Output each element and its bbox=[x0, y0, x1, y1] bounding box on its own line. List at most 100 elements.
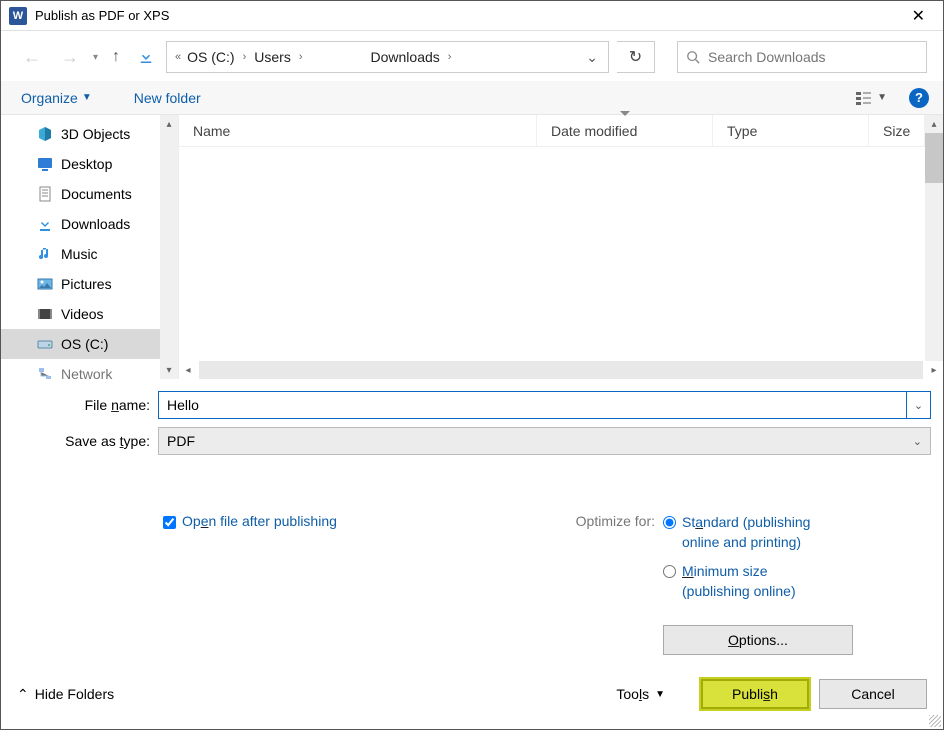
open-after-checkbox[interactable]: Open file after publishing bbox=[163, 513, 337, 655]
organize-button[interactable]: Organize▼ bbox=[15, 86, 98, 110]
scrollbar-thumb[interactable] bbox=[925, 133, 943, 183]
drive-icon bbox=[37, 336, 53, 352]
search-icon bbox=[686, 50, 700, 64]
path-overflow-icon[interactable]: « bbox=[171, 51, 181, 63]
optimize-standard-radio[interactable]: Standard (publishingonline and printing) bbox=[663, 513, 853, 552]
options-button[interactable]: Options... bbox=[663, 625, 853, 655]
column-date[interactable]: Date modified bbox=[537, 115, 713, 146]
optimize-minimum-radio[interactable]: Minimum size(publishing online) bbox=[663, 562, 853, 601]
chevron-right-icon: › bbox=[241, 51, 249, 63]
view-options-icon[interactable]: ▼ bbox=[851, 90, 891, 106]
word-icon: W bbox=[9, 7, 27, 25]
path-seg-downloads[interactable]: Downloads bbox=[365, 49, 446, 65]
resize-grip-icon[interactable] bbox=[929, 715, 941, 727]
options-area: Open file after publishing Optimize for:… bbox=[1, 463, 943, 665]
radio-standard-input[interactable] bbox=[663, 516, 676, 529]
saveas-label: Save as type: bbox=[13, 433, 158, 449]
filename-label: File name: bbox=[13, 397, 158, 413]
filepane-scrollbar-v[interactable]: ▴ bbox=[925, 115, 943, 361]
path-seg-users[interactable]: Users bbox=[248, 49, 297, 65]
sidebar-item-label: Desktop bbox=[61, 156, 112, 172]
help-icon[interactable]: ? bbox=[909, 88, 929, 108]
window-title: Publish as PDF or XPS bbox=[35, 8, 902, 23]
tools-dropdown[interactable]: Tools ▼ bbox=[616, 686, 665, 702]
sidebar-item-label: Downloads bbox=[61, 216, 130, 232]
sidebar-scrollbar[interactable]: ▴ ▾ bbox=[160, 115, 178, 379]
scrollbar-track[interactable] bbox=[199, 361, 923, 379]
sidebar-item-label: Videos bbox=[61, 306, 104, 322]
path-dropdown-icon[interactable]: ⌄ bbox=[580, 49, 604, 66]
scroll-down-icon[interactable]: ▾ bbox=[160, 361, 178, 379]
history-dropdown-icon[interactable]: ▾ bbox=[93, 52, 98, 63]
column-name[interactable]: Name bbox=[179, 115, 537, 146]
saveas-value: PDF bbox=[167, 433, 195, 449]
back-arrow-icon[interactable]: ← bbox=[17, 47, 47, 68]
pictures-icon bbox=[37, 276, 53, 292]
footer: ⌃ Hide Folders Tools ▼ Publish Cancel bbox=[1, 667, 943, 729]
search-input[interactable] bbox=[708, 49, 918, 65]
sidebar-item-label: Music bbox=[61, 246, 98, 262]
network-icon bbox=[37, 366, 53, 379]
nav-row: ← → ▾ ↑ « OS (C:) › Users › Downloads › … bbox=[1, 31, 943, 81]
form-area: File name: ⌄ Save as type: PDF ⌄ bbox=[1, 379, 943, 455]
saveas-select[interactable]: PDF ⌄ bbox=[158, 427, 931, 455]
downloads-icon bbox=[37, 216, 53, 232]
sidebar-item-music[interactable]: Music bbox=[1, 239, 178, 269]
sidebar-item-label: OS (C:) bbox=[61, 336, 108, 352]
column-size[interactable]: Size bbox=[869, 115, 925, 146]
file-browser: 3D Objects Desktop Documents Downloads M… bbox=[1, 115, 943, 379]
music-icon bbox=[37, 246, 53, 262]
sidebar-item-label: Network bbox=[61, 366, 112, 379]
scroll-right-icon[interactable]: ▸ bbox=[925, 361, 943, 379]
chevron-down-icon: ⌄ bbox=[913, 435, 922, 448]
forward-arrow-icon[interactable]: → bbox=[55, 47, 85, 68]
file-pane: Name Date modified Type Size ▴ ◂ ▸ bbox=[179, 115, 943, 379]
hide-folders-button[interactable]: ⌃ Hide Folders bbox=[17, 686, 114, 703]
cube-icon bbox=[37, 126, 53, 142]
downloads-path-icon bbox=[134, 45, 158, 69]
scroll-up-icon[interactable]: ▴ bbox=[925, 115, 943, 133]
sidebar-item-label: Pictures bbox=[61, 276, 112, 292]
path-seg-os[interactable]: OS (C:) bbox=[181, 49, 240, 65]
chevron-down-icon: ▼ bbox=[655, 689, 665, 700]
documents-icon bbox=[37, 186, 53, 202]
hide-folders-label: Hide Folders bbox=[35, 686, 114, 702]
column-type[interactable]: Type bbox=[713, 115, 869, 146]
toolbar: Organize▼ New folder ▼ ? bbox=[1, 81, 943, 115]
filename-input[interactable] bbox=[158, 391, 907, 419]
sidebar-item-desktop[interactable]: Desktop bbox=[1, 149, 178, 179]
sidebar-item-pictures[interactable]: Pictures bbox=[1, 269, 178, 299]
up-arrow-icon[interactable]: ↑ bbox=[106, 48, 126, 66]
sidebar-item-3d-objects[interactable]: 3D Objects bbox=[1, 119, 178, 149]
sidebar-item-downloads[interactable]: Downloads bbox=[1, 209, 178, 239]
sidebar-item-label: Documents bbox=[61, 186, 132, 202]
radio-minimum-input[interactable] bbox=[663, 565, 676, 578]
open-after-label: Open file after publishing bbox=[182, 513, 337, 529]
search-box[interactable] bbox=[677, 41, 927, 73]
sidebar-item-network[interactable]: Network bbox=[1, 359, 178, 379]
scroll-up-icon[interactable]: ▴ bbox=[160, 115, 178, 133]
scroll-left-icon[interactable]: ◂ bbox=[179, 361, 197, 379]
cancel-button[interactable]: Cancel bbox=[819, 679, 927, 709]
publish-button[interactable]: Publish bbox=[701, 679, 809, 709]
chevron-right-icon: › bbox=[446, 51, 454, 63]
optimize-label: Optimize for: bbox=[576, 513, 655, 655]
optimize-group: Optimize for: Standard (publishingonline… bbox=[576, 513, 853, 655]
radio-standard-label: Standard (publishingonline and printing) bbox=[682, 513, 810, 552]
titlebar: W Publish as PDF or XPS ✕ bbox=[1, 1, 943, 31]
open-after-input[interactable] bbox=[163, 516, 176, 529]
sidebar: 3D Objects Desktop Documents Downloads M… bbox=[1, 115, 179, 379]
path-bar[interactable]: « OS (C:) › Users › Downloads › ⌄ bbox=[166, 41, 609, 73]
sidebar-item-videos[interactable]: Videos bbox=[1, 299, 178, 329]
chevron-up-icon: ⌃ bbox=[17, 686, 29, 703]
close-icon[interactable]: ✕ bbox=[902, 4, 935, 28]
refresh-icon[interactable]: ↻ bbox=[617, 41, 655, 73]
sidebar-item-os-c[interactable]: OS (C:) bbox=[1, 329, 178, 359]
filepane-scrollbar-h[interactable]: ◂ ▸ bbox=[179, 361, 943, 379]
sidebar-item-documents[interactable]: Documents bbox=[1, 179, 178, 209]
desktop-icon bbox=[37, 156, 53, 172]
radio-minimum-label: Minimum size(publishing online) bbox=[682, 562, 796, 601]
new-folder-button[interactable]: New folder bbox=[128, 86, 207, 110]
videos-icon bbox=[37, 306, 53, 322]
filename-dropdown-icon[interactable]: ⌄ bbox=[907, 391, 931, 419]
